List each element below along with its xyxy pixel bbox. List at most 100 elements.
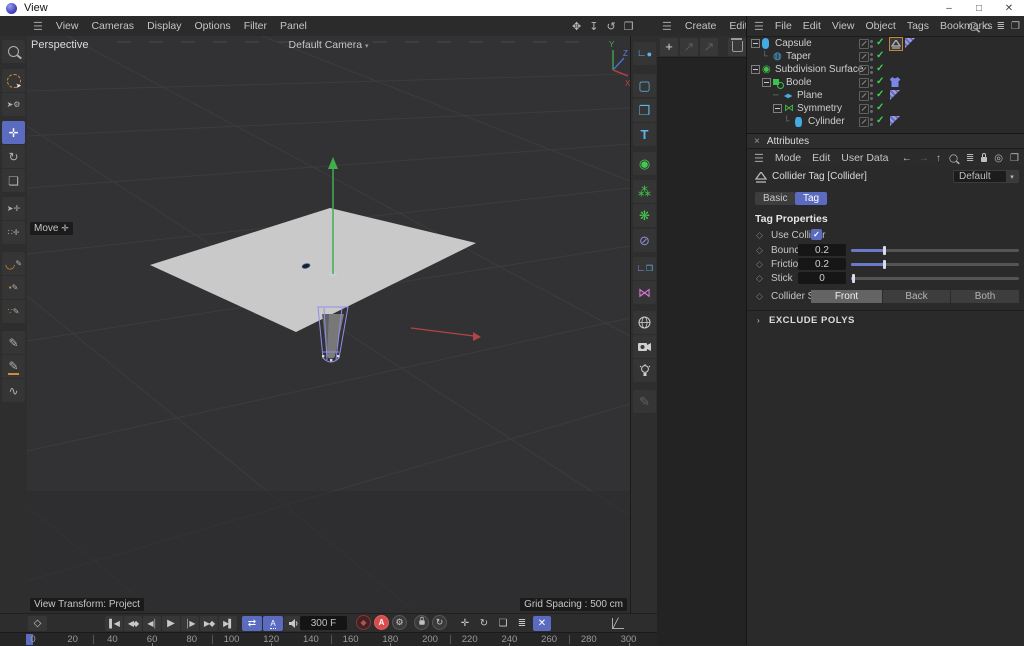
spline-point-tool-icon[interactable]: ∵ ✎ [2, 300, 25, 323]
om-menu-file[interactable]: File [775, 20, 792, 32]
record-rotation-toggle[interactable]: ↻ [475, 616, 493, 631]
visibility-dots[interactable] [870, 118, 873, 121]
tab-tag[interactable]: Tag [795, 192, 828, 205]
om-home-icon[interactable]: ⌂ [985, 21, 991, 32]
multi-transform-tool-icon[interactable]: ∷ ✛ [2, 221, 25, 244]
om-hamburger-icon[interactable]: ☰ [754, 20, 764, 33]
subdivision-surface-tool-icon[interactable]: ◉ [633, 152, 656, 175]
enabled-check-icon[interactable]: ✓ [876, 50, 884, 61]
menu-options[interactable]: Options [195, 20, 231, 32]
record-parameter-toggle[interactable]: ≣ [513, 616, 531, 631]
menu-view[interactable]: View [56, 20, 79, 32]
layer-chip[interactable] [859, 39, 869, 49]
field-icon[interactable]: ⊘ [633, 229, 656, 252]
primitive-cube-icon[interactable]: ❒ [633, 99, 656, 122]
om-newwindow-icon[interactable]: ❐ [1011, 21, 1020, 32]
environment-icon[interactable] [633, 311, 656, 334]
line-pen-tool-icon[interactable]: ✎ [2, 355, 25, 378]
loop-toggle[interactable]: ⇄ [242, 616, 262, 631]
visibility-dots[interactable] [870, 105, 873, 108]
keyframe-dot-icon[interactable]: ◇ [756, 273, 763, 284]
object-row-taper[interactable]: └ ◍ Taper ✓ [747, 50, 1024, 63]
expand-toggle[interactable] [773, 104, 782, 113]
prev-key-button[interactable]: ◀◆ [124, 616, 142, 631]
rotate-tool-icon[interactable]: ↻ [2, 145, 25, 168]
record-objects-button[interactable]: ◆ [356, 615, 371, 630]
attr-menu-userdata[interactable]: User Data [841, 152, 888, 164]
enabled-check-icon[interactable]: ✓ [876, 102, 884, 113]
object-row-symmetry[interactable]: ⋈ Symmetry ✓ [747, 102, 1024, 115]
keyframe-diamond-button[interactable]: ◇ [28, 616, 47, 631]
pan-icon[interactable]: ✥ [572, 20, 581, 33]
phong-tag-icon[interactable] [889, 89, 901, 101]
collider-tag-icon[interactable] [889, 37, 903, 51]
parent-up-icon[interactable]: ↑ [936, 153, 941, 164]
next-frame-button[interactable]: │▶ [181, 616, 199, 631]
sketch-tool-icon[interactable]: ∿ [2, 379, 25, 402]
visibility-dots[interactable] [870, 53, 873, 56]
camera-tool-icon[interactable] [633, 335, 656, 358]
delete-icon[interactable] [728, 37, 746, 56]
fcurve-editor-icon[interactable]: ╱ [608, 616, 628, 631]
attr-lock-icon[interactable] [981, 153, 988, 162]
bounce-value-field[interactable]: 0.2 [798, 244, 846, 256]
object-row-subdivision-surface[interactable]: ◉ Subdivision Surface ✓ [747, 63, 1024, 76]
link-arrow-icon[interactable]: ↗ [680, 37, 698, 56]
expand-toggle[interactable] [751, 39, 760, 48]
keyframe-dot-icon[interactable]: ◇ [756, 259, 763, 270]
camera-menu-icon[interactable]: ▾ [365, 43, 369, 50]
keyframe-lock-button[interactable] [414, 615, 429, 630]
visibility-dots[interactable] [870, 79, 873, 82]
deformer-icon[interactable]: ❋ [633, 204, 656, 227]
keyframe-dot-icon[interactable]: ◇ [756, 245, 763, 256]
autokeying-button[interactable]: A [374, 615, 389, 630]
attr-target-icon[interactable]: ◎ [994, 153, 1003, 164]
enabled-check-icon[interactable]: ✓ [876, 76, 884, 87]
plane-object[interactable] [150, 208, 476, 332]
minimize-icon[interactable]: – [934, 0, 964, 16]
spline-arc-tool-icon[interactable]: ▪ ✎ [2, 276, 25, 299]
add-icon[interactable]: + [660, 37, 678, 56]
layer-chip[interactable] [859, 52, 869, 62]
next-key-button[interactable]: ▶◆ [200, 616, 218, 631]
friction-slider[interactable] [851, 260, 1019, 269]
close-icon[interactable]: ✕ [994, 0, 1024, 16]
collider-side-front-button[interactable]: Front [811, 290, 882, 303]
friction-value-field[interactable]: 0.2 [798, 258, 846, 270]
keyframe-rotate-button[interactable]: ↻ [432, 615, 447, 630]
volume-builder-icon[interactable]: ⁂ [633, 180, 656, 203]
keyframe-dot-icon[interactable]: ◇ [756, 230, 763, 241]
enabled-check-icon[interactable]: ✓ [876, 115, 884, 126]
om-menu-edit[interactable]: Edit [803, 20, 821, 32]
preset-dropdown[interactable]: Default [953, 170, 1019, 183]
om-menu-view[interactable]: View [832, 20, 855, 32]
workplane-icon[interactable]: ∟ ❒ [633, 257, 656, 280]
attr-menu-edit[interactable]: Edit [812, 152, 830, 164]
chevron-right-icon[interactable]: › [757, 316, 760, 325]
spline-smooth-tool-icon[interactable]: ◡ ✎ [2, 252, 25, 275]
menu-display[interactable]: Display [147, 20, 181, 32]
light-tool-icon[interactable] [633, 359, 656, 382]
collider-side-back-button[interactable]: Back [883, 290, 950, 303]
jump-end-button[interactable]: ▶▌ [219, 616, 237, 631]
attr-search-icon[interactable] [949, 153, 958, 163]
maximize-view-icon[interactable]: ❐ [624, 20, 634, 33]
menu-edit[interactable]: Edit [729, 20, 747, 32]
expand-toggle[interactable] [751, 65, 760, 74]
stick-slider[interactable] [851, 274, 1019, 283]
menu-cameras[interactable]: Cameras [91, 20, 134, 32]
spline-primitives-icon[interactable]: ▢ [633, 74, 656, 97]
history-forward-icon[interactable]: → [919, 153, 929, 164]
layer-chip[interactable] [859, 78, 869, 88]
object-row-plane[interactable]: ─ ◆ Plane ✓ [747, 89, 1024, 102]
bounce-slider[interactable] [851, 246, 1019, 255]
record-scale-toggle[interactable]: ❏ [494, 616, 512, 631]
tweak-selection-tool-icon[interactable]: ➤ ⚙ [2, 93, 25, 116]
layer-chip[interactable] [859, 104, 869, 114]
exclude-polys-row[interactable]: › EXCLUDE POLYS [747, 310, 1024, 329]
zoom-tool-icon[interactable] [2, 40, 25, 63]
om-filter-icon[interactable]: ≣ [997, 21, 1005, 32]
dolly-icon[interactable]: ↧ [589, 20, 598, 33]
x-axis-handle[interactable] [410, 327, 481, 341]
enabled-check-icon[interactable]: ✓ [876, 37, 884, 48]
